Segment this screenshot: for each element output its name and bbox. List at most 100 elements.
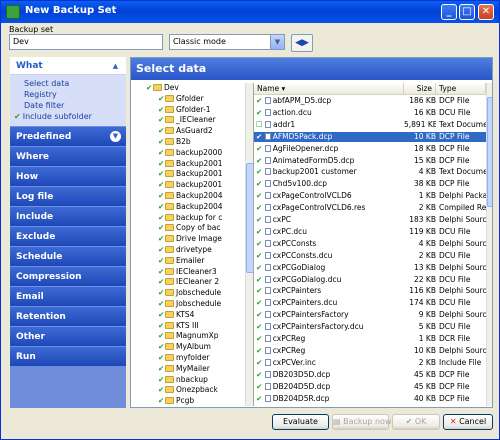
file-row[interactable]: ✔ cxPCPaintersFactory.dcu 5 KB DCU File [254, 322, 486, 333]
file-row[interactable]: ✔ cxPCGoDialog.dcu 22 KB DCU File [254, 275, 486, 286]
list-scrollbar-thumb[interactable] [487, 97, 492, 207]
sidebar-category-run[interactable]: Run [10, 346, 126, 366]
check-icon[interactable]: ✔ [256, 191, 262, 200]
check-icon[interactable]: ✔ [256, 263, 262, 272]
check-icon[interactable]: ✔ [256, 358, 262, 367]
file-row[interactable]: ✔ cxPCPaintersFactory 9 KBDelphi Source I [254, 310, 486, 321]
file-row[interactable]: ✔ cxPageControlVCLD6.res 2 KBCompiled Res… [254, 203, 486, 214]
tree-folder-item[interactable]: ✔ IECleaner 2 [158, 277, 219, 287]
check-icon[interactable]: ✔ [256, 144, 262, 153]
list-scrollbar[interactable] [486, 83, 492, 406]
file-row[interactable]: ✔ AFMD5Pack.dcp 10 KB DCP File [254, 131, 486, 143]
check-icon[interactable]: ✔ [256, 203, 262, 212]
sidebar-category-log-file[interactable]: Log file [10, 186, 126, 206]
file-row[interactable]: ✔ cxPCVer.inc 2 KB Include File [254, 358, 486, 369]
tree-folder-item[interactable]: ✔ Jobschedule [158, 299, 221, 309]
check-icon[interactable]: ✔ [256, 334, 262, 343]
ok-button[interactable]: ✔ OK [392, 414, 440, 430]
tree-folder-item[interactable]: ✔ drivetype [158, 245, 212, 255]
check-icon[interactable]: ✔ [256, 286, 262, 295]
file-row[interactable]: ✔ cxPCConsts 4 KBDelphi Source I [254, 239, 486, 250]
folder-tree[interactable]: ✔ Dev ✔ Gfolder ✔ Gfolder-1 ✔ _IECleaner ✔ AsGuar… [134, 83, 247, 406]
maximize-button[interactable]: □ [459, 4, 475, 20]
check-icon[interactable]: ✔ [256, 96, 262, 105]
sidebar-category-where[interactable]: Where [10, 146, 126, 166]
check-icon[interactable]: ✔ [256, 167, 262, 176]
tree-scrollbar[interactable] [245, 83, 254, 406]
check-icon[interactable]: ✔ [256, 394, 262, 403]
switch-mode-button[interactable]: ◀▶ [291, 34, 313, 52]
tree-folder-item[interactable]: ✔ backup2000 [158, 148, 222, 158]
check-icon[interactable]: ✔ [256, 346, 262, 355]
file-row[interactable]: ✔ cxPC.dcu 119 KB DCU File [254, 227, 486, 238]
tree-folder-item[interactable]: ✔ Backup2004 [158, 191, 223, 201]
tree-folder-item[interactable]: ✔ nbackup [158, 375, 208, 385]
tree-folder-item[interactable]: ✔ Gfolder [158, 94, 204, 104]
tree-folder-item[interactable]: ✔ Backup2004 [158, 202, 223, 212]
check-icon[interactable]: ✔ [256, 239, 262, 248]
close-button[interactable]: ✕ [478, 4, 494, 20]
tree-folder-item[interactable]: ✔ MyAlbum [158, 342, 211, 352]
tree-folder-item[interactable]: ✔ Pcgb [158, 396, 194, 406]
file-row[interactable]: ✔ abfAPM_D5.dcp 186 KB DCP File [254, 96, 486, 107]
sidebar-category-email[interactable]: Email [10, 286, 126, 306]
tree-folder-item[interactable]: ✔ KTS4 [158, 310, 194, 320]
tree-folder-item[interactable]: ✔ backup for c [158, 213, 222, 223]
registry-link[interactable]: Registry [24, 89, 126, 100]
tree-folder-item[interactable]: ✔ Backup2001 [158, 169, 223, 179]
tree-folder-item[interactable]: ✔ MagnumXp [158, 331, 219, 341]
minimize-button[interactable]: _ [441, 4, 457, 20]
chevron-down-icon[interactable]: ▼ [110, 131, 121, 142]
check-icon[interactable]: ✔ [256, 215, 262, 224]
title-bar[interactable]: New Backup Set _ □ ✕ [1, 1, 499, 23]
tree-folder-item[interactable]: ✔ IECleaner3 [158, 267, 217, 277]
check-icon[interactable]: ✔ [256, 298, 262, 307]
sidebar-category-include[interactable]: Include [10, 206, 126, 226]
check-icon[interactable]: ✔ [256, 370, 262, 379]
backup-set-name-input[interactable]: Dev [9, 34, 163, 50]
empty-checkbox-icon[interactable]: ☐ [256, 120, 263, 129]
file-row[interactable]: ✔ DB203D5D.dcp 45 KB DCP File [254, 370, 486, 381]
sidebar-category-compression[interactable]: Compression [10, 266, 126, 286]
sidebar-category-schedule[interactable]: Schedule [10, 246, 126, 266]
tree-folder-item[interactable]: ✔ Gfolder-1 [158, 105, 211, 115]
date-filter-link[interactable]: Date filter [24, 100, 126, 111]
check-icon[interactable]: ✔ [256, 132, 262, 141]
file-row[interactable]: ✔ backup2001 customer 4 KBText Document [254, 167, 486, 178]
column-header-size[interactable]: Size [404, 83, 436, 95]
include-subfolder-toggle[interactable]: ✔ Include subfolder [14, 111, 126, 122]
mode-select[interactable]: Classic mode ▼ [169, 34, 285, 50]
tree-folder-item[interactable]: ✔ _IECleaner [158, 115, 216, 125]
tree-folder-item[interactable]: ✔ backup2001 [158, 180, 222, 190]
chevron-down-icon[interactable]: ▼ [270, 35, 284, 49]
select-data-link[interactable]: Select data [24, 78, 126, 89]
check-icon[interactable]: ✔ [256, 251, 262, 260]
tree-root-folder[interactable]: ✔ Dev [146, 83, 179, 93]
file-row[interactable]: ✔ DB204D5D.dcp 45 KB DCP File [254, 382, 486, 393]
chevron-up-icon[interactable]: ▲ [110, 61, 121, 72]
file-row[interactable]: ✔ AgFileOpener.dcp 18 KB DCP File [254, 144, 486, 155]
tree-folder-item[interactable]: ✔ KTS III [158, 321, 199, 331]
column-header-type[interactable]: Type [436, 83, 486, 95]
file-row[interactable]: ✔ cxPCPainters.dcu 174 KB DCU File [254, 298, 486, 309]
backup-now-button[interactable]: ▤ Backup now [332, 414, 391, 430]
check-icon[interactable]: ✔ [256, 227, 262, 236]
tree-folder-item[interactable]: ✔ MyMailer [158, 364, 210, 374]
check-icon[interactable]: ✔ [256, 179, 262, 188]
cancel-button[interactable]: ✕ Cancel [443, 414, 493, 430]
file-row[interactable]: ✔ AnimatedFormD5.dcp 15 KB DCP File [254, 156, 486, 167]
tree-folder-item[interactable]: ✔ Jobschedule [158, 288, 221, 298]
file-row[interactable]: ✔ cxPCReg 10 KBDelphi Source I [254, 346, 486, 357]
sidebar-category-predefined[interactable]: Predefined ▼ [10, 126, 126, 146]
file-row[interactable]: ✔ cxPageControlVCLD6 1 KBDelphi Package [254, 191, 486, 202]
file-row[interactable]: ✔ cxPCConsts.dcu 2 KB DCU File [254, 251, 486, 262]
check-icon[interactable]: ✔ [256, 275, 262, 284]
tree-folder-item[interactable]: ✔ myfolder [158, 353, 210, 363]
file-row[interactable]: ✔ cxPCGoDialog 13 KBDelphi Source I [254, 263, 486, 274]
file-row[interactable]: ✔ action.dcu 16 KB DCU File [254, 108, 486, 119]
evaluate-button[interactable]: Evaluate [272, 414, 329, 430]
tree-folder-item[interactable]: ✔ Copy of bac [158, 223, 221, 233]
column-header-name[interactable]: Name ▾ [254, 83, 404, 95]
check-icon[interactable]: ✔ [256, 322, 262, 331]
tree-folder-item[interactable]: ✔ AsGuard2 [158, 126, 213, 136]
